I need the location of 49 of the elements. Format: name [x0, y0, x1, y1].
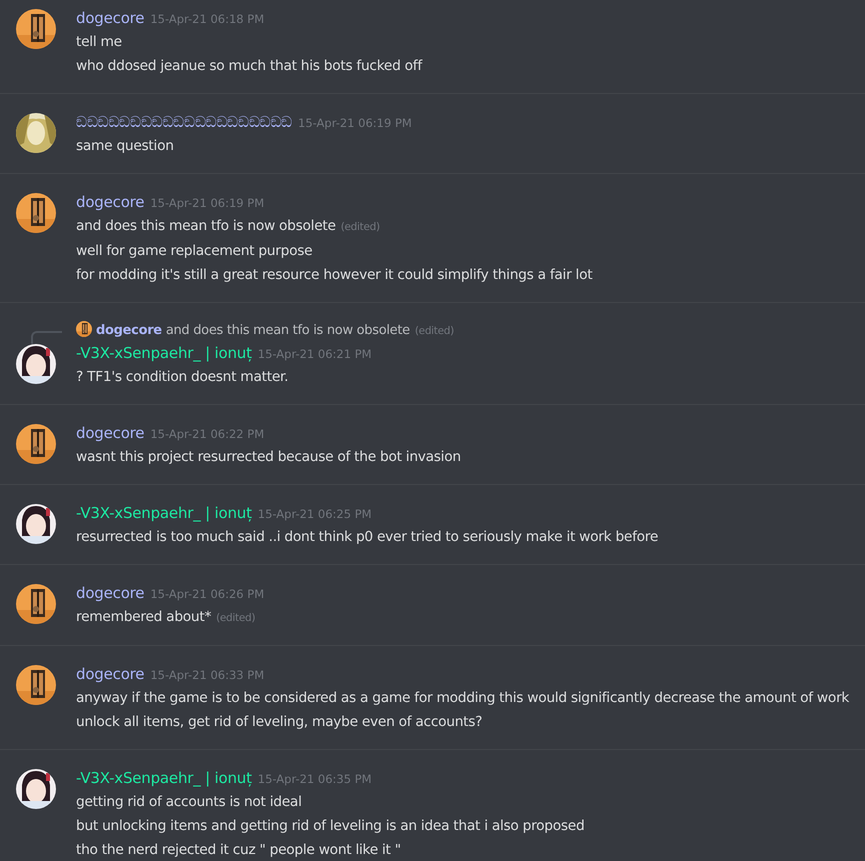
avatar[interactable]	[16, 769, 56, 809]
avatar[interactable]	[16, 113, 56, 153]
avatar[interactable]	[16, 344, 56, 384]
avatar[interactable]	[16, 9, 56, 49]
message-text: for modding it's still a great resource however it could simplify things a fair lot	[76, 267, 592, 283]
timestamp: 15-Apr-21 06:19 PM	[150, 195, 264, 212]
avatar	[76, 321, 92, 337]
message-text: anyway if the game is to be considered as a game for modding this would significantly decrease the amount of work	[76, 690, 850, 706]
username[interactable]: -V3X-xSenpaehr_ | ionuț	[76, 502, 252, 524]
message-text: getting rid of accounts is not ideal	[76, 794, 302, 810]
message-text: remembered about*	[76, 609, 212, 625]
username[interactable]: dogecore	[76, 422, 144, 444]
reply-connector	[31, 331, 62, 344]
timestamp: 15-Apr-21 06:19 PM	[298, 115, 412, 132]
message-text: but unlocking items and getting rid of leveling is an idea that i also proposed	[76, 818, 584, 834]
message-text: unlock all items, get rid of leveling, maybe even of accounts?	[76, 714, 482, 730]
username[interactable]: dogecore	[76, 191, 144, 213]
reply-author[interactable]: dogecore	[96, 323, 162, 338]
avatar[interactable]	[16, 424, 56, 464]
timestamp: 15-Apr-21 06:33 PM	[150, 667, 264, 684]
timestamp: 15-Apr-21 06:22 PM	[150, 426, 264, 443]
avatar[interactable]	[16, 665, 56, 705]
avatar[interactable]	[16, 504, 56, 544]
username[interactable]: -V3X-xSenpaehr_ | ionuț	[76, 767, 252, 789]
edited-tag: (edited)	[414, 325, 454, 337]
username[interactable]: dogecore	[76, 7, 144, 29]
message-text: wasnt this project resurrected because of the bot invasion	[76, 449, 461, 465]
message-text: well for game replacement purpose	[76, 243, 312, 259]
message-text: tho the nerd rejected it cuz " people wont like it "	[76, 842, 401, 858]
edited-tag: (edited)	[216, 612, 256, 624]
edited-tag: (edited)	[340, 221, 380, 233]
message-text: tell me	[76, 34, 122, 50]
message-text: who ddosed jeanue so much that his bots fucked off	[76, 58, 422, 74]
username[interactable]: dogecore	[76, 582, 144, 604]
reply-preview[interactable]: and does this mean tfo is now obsolete	[166, 323, 410, 338]
timestamp: 15-Apr-21 06:18 PM	[150, 11, 264, 28]
username[interactable]: dogecore	[76, 663, 144, 685]
avatar[interactable]	[16, 193, 56, 233]
timestamp: 15-Apr-21 06:25 PM	[258, 506, 372, 523]
avatar[interactable]	[16, 584, 56, 624]
message-text: and does this mean tfo is now obsolete	[76, 218, 336, 234]
timestamp: 15-Apr-21 06:21 PM	[258, 346, 372, 363]
timestamp: 15-Apr-21 06:26 PM	[150, 586, 264, 603]
message-text: resurrected is too much said ..i dont think p0 ever tried to seriously make it work before	[76, 529, 658, 545]
username[interactable]: -V3X-xSenpaehr_ | ionuț	[76, 342, 252, 364]
timestamp: 15-Apr-21 06:35 PM	[258, 771, 372, 788]
message-text: ? TF1's condition doesnt matter.	[76, 369, 288, 385]
message-text: same question	[76, 138, 174, 154]
username[interactable]: ඞඞඞඞඞඞඞඞඞඞඞඞඞඞඞඞඞඞඞඞ	[76, 111, 292, 133]
